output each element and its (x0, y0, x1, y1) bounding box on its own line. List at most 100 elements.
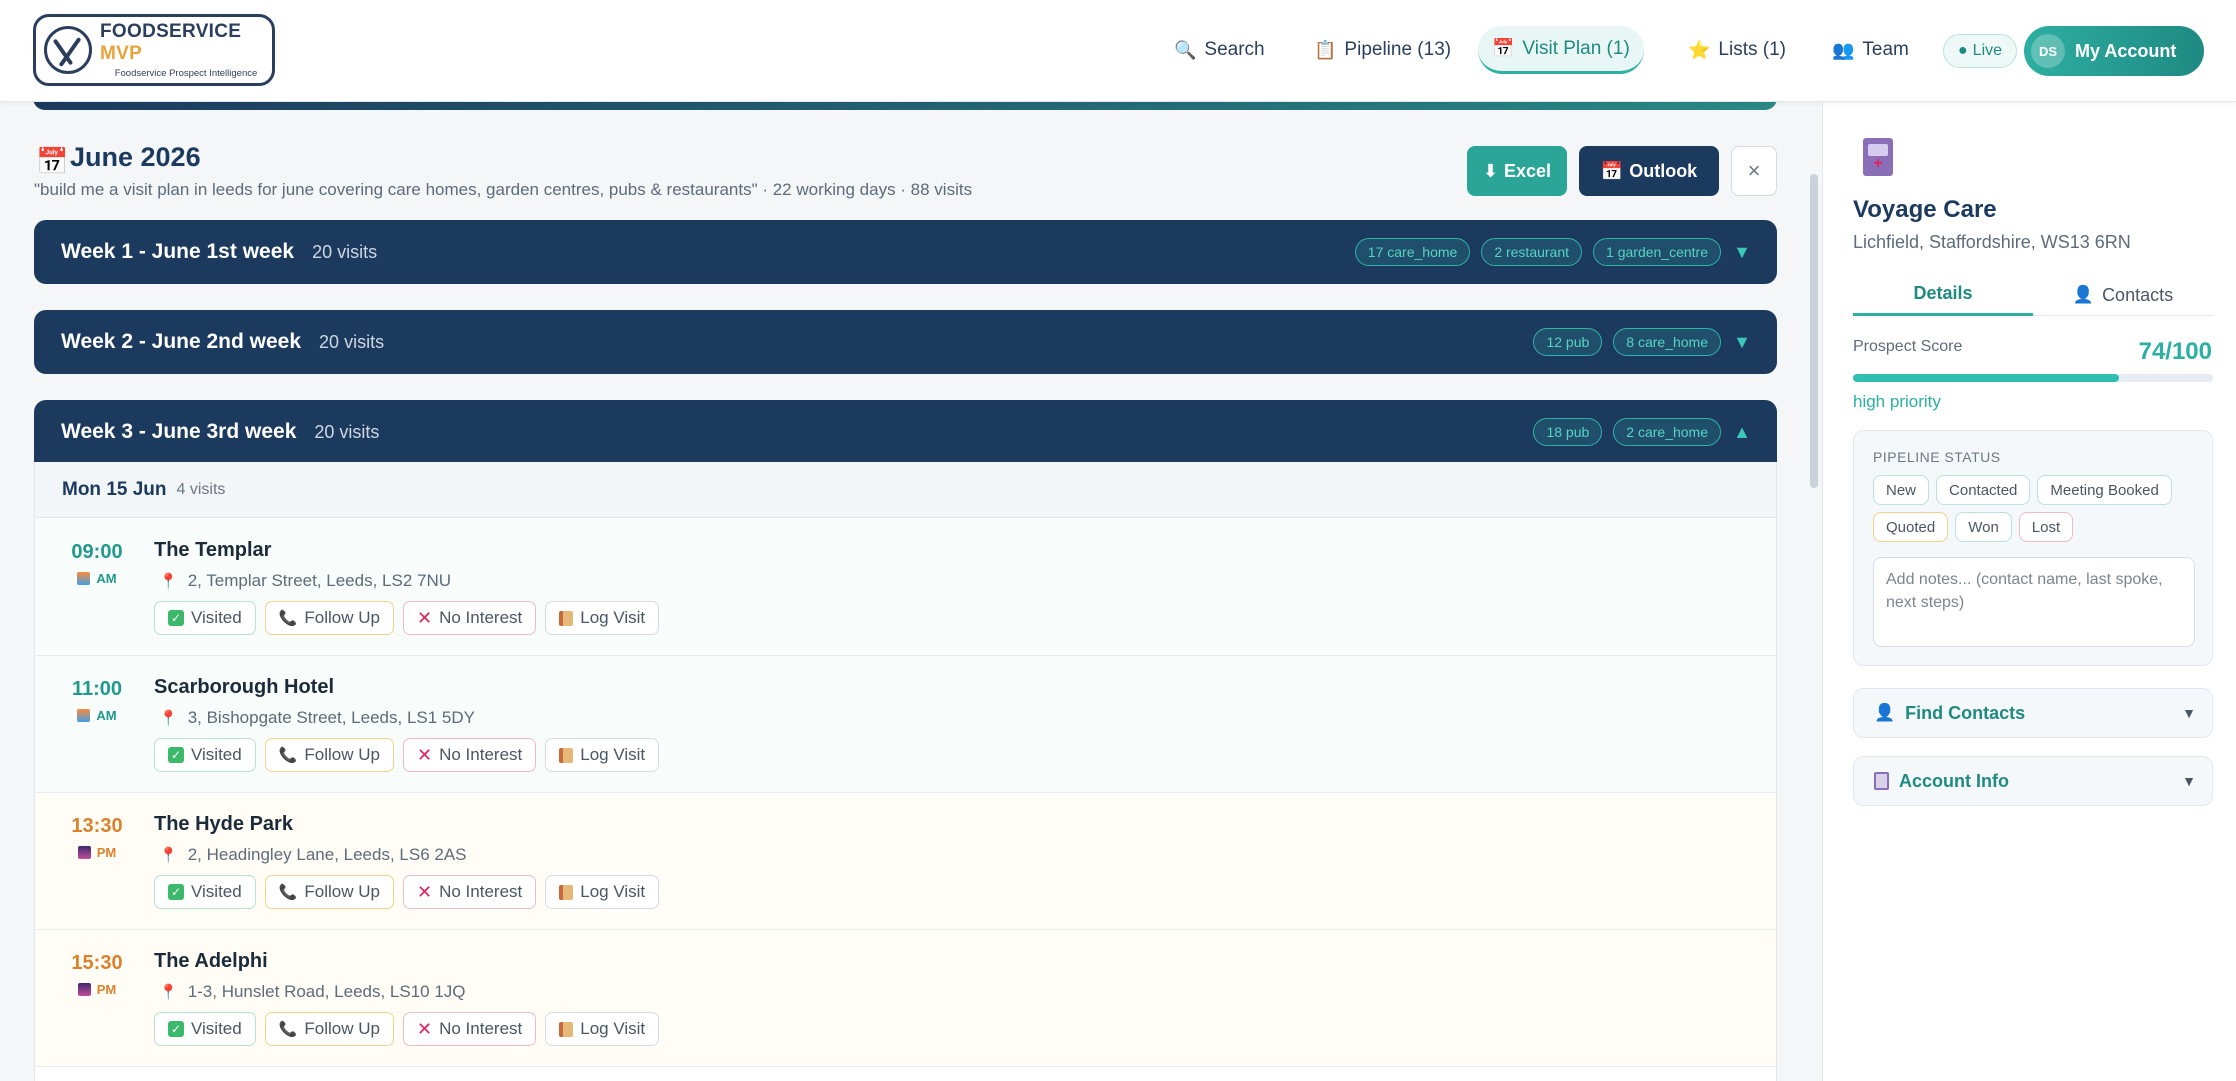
visit-time: 15:30 (71, 952, 123, 974)
week-header-2[interactable]: Week 2 - June 2nd week 20 visits 12 pub … (34, 310, 1777, 374)
check-icon: ✓ (168, 884, 184, 900)
visited-button[interactable]: ✓ Visited (154, 1012, 256, 1046)
log-visit-button[interactable]: Log Visit (545, 1012, 660, 1046)
visit-time: 11:00 (71, 678, 123, 700)
no-interest-button[interactable]: ✕ No Interest (403, 875, 537, 909)
status-lost-button[interactable]: Lost (2018, 512, 2074, 542)
status-won-button[interactable]: Won (1955, 512, 2012, 542)
status-contacted-button[interactable]: Contacted (1936, 475, 2031, 505)
notepad-icon (559, 884, 574, 900)
category-tag: 2 care_home (1613, 418, 1721, 446)
week-header-3[interactable]: Week 3 - June 3rd week 20 visits 18 pub … (34, 400, 1777, 464)
brand-logo[interactable]: FOODSERVICE MVP Foodservice Prospect Int… (33, 14, 275, 86)
category-tag: 17 care_home (1354, 238, 1471, 266)
nav-pipeline[interactable]: 📋 Pipeline (13) (1300, 26, 1465, 74)
score-bar-fill (1853, 374, 2120, 382)
team-icon: 👥 (1832, 39, 1855, 60)
phone-icon: 📞 (278, 610, 298, 627)
person-icon: 👤 (1874, 703, 1896, 722)
visited-button[interactable]: ✓ Visited (154, 601, 256, 635)
export-excel-button[interactable]: ⬇ Excel (1467, 146, 1567, 196)
nav-visit-plan[interactable]: 📅 Visit Plan (1) (1478, 26, 1644, 74)
pin-icon: 📍 (159, 573, 178, 590)
prospect-location: Lichfield, Staffordshire, WS13 6RN (1853, 232, 2131, 252)
follow-up-button[interactable]: 📞 Follow Up (264, 601, 394, 635)
plan-description: "build me a visit plan in leeds for june… (34, 180, 973, 199)
priority-label: high priority (1853, 392, 1941, 411)
scrolled-card-edge (33, 102, 1777, 110)
download-icon: ⬇ (1482, 160, 1499, 181)
calendar-icon: 📅 (1600, 160, 1624, 181)
top-header: FOODSERVICE MVP Foodservice Prospect Int… (0, 0, 2236, 102)
avatar: DS (2031, 34, 2065, 68)
log-visit-button[interactable]: Log Visit (545, 875, 660, 909)
pin-icon: 📍 (159, 847, 178, 864)
cutlery-logo-icon (44, 26, 92, 74)
score-value: 74/100 (2138, 338, 2212, 365)
no-interest-button[interactable]: ✕ No Interest (403, 738, 537, 772)
pipeline-status-label: PIPELINE STATUS (1873, 449, 2001, 465)
follow-up-button[interactable]: 📞 Follow Up (264, 875, 394, 909)
nav-lists[interactable]: ⭐ Lists (1) (1674, 26, 1800, 74)
visit-row: 15:30 PM The Adelphi 📍 1-3, Hunslet Road,… (35, 930, 1776, 1067)
status-quoted-button[interactable]: Quoted (1873, 512, 1949, 542)
no-interest-button[interactable]: ✕ No Interest (403, 1012, 537, 1046)
visit-row: 11:00 AM Scarborough Hotel 📍 3, Bishopgat… (35, 656, 1776, 793)
my-account-button[interactable]: DS My Account (2024, 26, 2204, 76)
week-3-body: Mon 15 Jun 4 visits 09:00 AM The Templar… (34, 462, 1777, 1081)
chevron-down-icon[interactable]: ▼ (1733, 242, 1751, 263)
chevron-down-icon: ▼ (2182, 705, 2196, 721)
live-status-badge: ● Live (1943, 34, 2018, 68)
star-icon: ⭐ (1688, 39, 1711, 60)
night-icon (77, 846, 91, 859)
visit-name: The Hyde Park (154, 813, 293, 835)
phone-icon: 📞 (278, 747, 298, 764)
category-tag: 18 pub (1533, 418, 1603, 446)
week-header-1[interactable]: Week 1 - June 1st week 20 visits 17 care… (34, 220, 1777, 284)
no-interest-button[interactable]: ✕ No Interest (403, 601, 537, 635)
notepad-icon (559, 610, 574, 626)
visit-time: 09:00 (71, 541, 123, 563)
follow-up-button[interactable]: 📞 Follow Up (264, 738, 394, 772)
close-icon[interactable]: × (1731, 146, 1777, 196)
tab-contacts[interactable]: 👤 Contacts (2033, 274, 2213, 316)
visit-name: Scarborough Hotel (154, 676, 335, 698)
follow-up-button[interactable]: 📞 Follow Up (264, 1012, 394, 1046)
visited-button[interactable]: ✓ Visited (154, 738, 256, 772)
chevron-down-icon[interactable]: ▼ (1733, 332, 1751, 353)
search-icon: 🔍 (1174, 39, 1197, 60)
visit-time: 13:30 (71, 815, 123, 837)
notes-field[interactable] (1873, 557, 2195, 647)
visit-row: 09:00 AM The Templar 📍 2, Templar Street,… (35, 519, 1776, 656)
live-dot-icon: ● (1958, 42, 1968, 59)
status-meeting-booked-button[interactable]: Meeting Booked (2037, 475, 2172, 505)
nav-search[interactable]: 🔍 Search (1160, 26, 1279, 74)
side-tabs: Details 👤 Contacts (1853, 274, 2213, 316)
night-icon (77, 983, 91, 996)
nav-team[interactable]: 👥 Team (1818, 26, 1923, 74)
log-visit-button[interactable]: Log Visit (545, 601, 660, 635)
pin-icon: 📍 (159, 710, 178, 727)
visit-address: 📍 1-3, Hunslet Road, Leeds, LS10 1JQ (159, 982, 466, 1001)
pin-icon: 📍 (159, 984, 178, 1001)
prospect-side-panel: Voyage Care Lichfield, Staffordshire, WS… (1822, 102, 2236, 1081)
chevron-up-icon[interactable]: ▲ (1733, 422, 1751, 443)
pipeline-status-box: PIPELINE STATUS New Contacted Meeting Bo… (1853, 430, 2213, 666)
find-contacts-accordion[interactable]: 👤 Find Contacts ▼ (1853, 688, 2213, 738)
log-visit-button[interactable]: Log Visit (545, 738, 660, 772)
tab-details[interactable]: Details (1853, 274, 2033, 316)
scrollbar[interactable] (1810, 174, 1818, 488)
notepad-icon (559, 747, 574, 763)
check-icon: ✓ (168, 747, 184, 763)
score-label: Prospect Score (1853, 338, 1963, 355)
cross-icon: ✕ (417, 881, 433, 902)
status-new-button[interactable]: New (1873, 475, 1930, 505)
cross-icon: ✕ (417, 744, 433, 765)
visited-button[interactable]: ✓ Visited (154, 875, 256, 909)
prospect-name: Voyage Care (1853, 196, 1997, 223)
visit-address: 📍 2, Headingley Lane, Leeds, LS6 2AS (159, 845, 467, 864)
export-outlook-button[interactable]: 📅 Outlook (1579, 146, 1719, 196)
phone-icon: 📞 (278, 1021, 298, 1038)
account-info-accordion[interactable]: Account Info ▼ (1853, 756, 2213, 806)
cross-icon: ✕ (417, 607, 433, 628)
